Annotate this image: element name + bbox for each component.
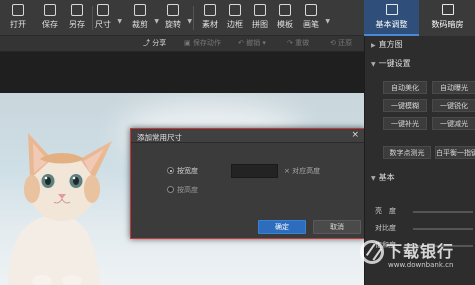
spot-metering-button[interactable]: 数字点测光 xyxy=(383,146,431,159)
redo-button[interactable]: ↷ 重做 xyxy=(287,38,309,48)
tab-basic-adjust-label: 基本调整 xyxy=(375,20,408,29)
chevron-down-icon[interactable]: ▼ xyxy=(117,18,122,25)
chevron-down-icon[interactable]: ▼ xyxy=(325,18,330,25)
brightness-slider[interactable]: 亮 度 xyxy=(375,206,475,218)
template-icon xyxy=(279,4,291,16)
tab-digital-darkroom-label: 数码暗房 xyxy=(431,20,464,29)
toolbar-divider xyxy=(193,6,194,30)
open-button[interactable]: 打开 xyxy=(3,4,33,32)
contrast-slider[interactable]: 对比度 xyxy=(375,223,475,235)
save-action-button[interactable]: ▣ 保存动作 xyxy=(184,38,221,48)
saturation-slider[interactable]: 饱和度 xyxy=(375,240,475,252)
material-icon xyxy=(204,4,216,16)
one-click-reduce-light-button[interactable]: 一键减光 xyxy=(432,117,475,130)
auto-exposure-button[interactable]: 自动曝光 xyxy=(432,81,475,94)
chevron-down-icon: ▼ xyxy=(371,175,376,182)
brush-icon xyxy=(305,4,317,16)
histogram-header[interactable]: ▶ 直方图 xyxy=(365,37,475,52)
chevron-right-icon: ▶ xyxy=(371,42,376,49)
rotate-icon xyxy=(167,4,179,16)
chevron-down-icon: ▼ xyxy=(371,61,376,68)
save-label: 保存 xyxy=(42,20,58,29)
multiply-sign: × 对应高度 xyxy=(284,166,320,176)
radio-by-width[interactable] xyxy=(167,167,174,174)
resize-icon xyxy=(97,4,109,16)
action-bar: ⤴ 分享 ▣ 保存动作 ↶ 撤销 ▾ ↷ 重做 ⟲ 还原 xyxy=(0,36,364,52)
white-balance-button[interactable]: 白平衡一指键 xyxy=(435,146,475,159)
basic-header[interactable]: ▼ 基本 xyxy=(365,170,475,185)
collage-icon xyxy=(254,4,266,16)
saturation-label: 饱和度 xyxy=(375,241,396,249)
brightness-label: 亮 度 xyxy=(375,207,396,215)
chevron-down-icon[interactable]: ▼ xyxy=(187,18,192,25)
slider-track[interactable] xyxy=(413,228,473,230)
tab-digital-darkroom[interactable]: 数码暗房 xyxy=(420,0,475,36)
one-click-fill-light-button[interactable]: 一键补光 xyxy=(383,117,427,130)
share-label: 分享 xyxy=(152,39,167,47)
one-click-sharpen-button[interactable]: 一键锐化 xyxy=(432,99,475,112)
adjust-panel: ▶ 直方图 ▼ 一键设置 自动美化 自动曝光 一键模糊 一键锐化 一键补光 一键减光… xyxy=(364,36,475,285)
panel-tabs: 基本调整 数码暗房 xyxy=(364,0,475,36)
slider-track[interactable] xyxy=(413,245,473,247)
save-icon xyxy=(44,4,56,16)
crop-icon xyxy=(134,4,146,16)
restore-label: 还原 xyxy=(338,39,353,47)
close-icon[interactable]: × xyxy=(351,130,359,140)
width-input[interactable] xyxy=(231,164,278,178)
crop-label: 裁剪 xyxy=(132,20,148,29)
dialog-title: 添加常用尺寸 xyxy=(137,133,182,142)
open-label: 打开 xyxy=(10,20,26,29)
save-action-label: 保存动作 xyxy=(192,39,221,47)
folder-open-icon xyxy=(12,4,24,16)
resize-label: 尺寸 xyxy=(95,20,111,29)
cancel-button[interactable]: 取消 xyxy=(313,220,361,234)
brush-label: 画笔 xyxy=(303,20,319,29)
rotate-button[interactable]: 旋转 ▼ xyxy=(158,4,192,32)
basic-label: 基本 xyxy=(378,173,395,182)
border-icon xyxy=(229,4,241,16)
radio-by-height[interactable] xyxy=(167,186,174,193)
contrast-label: 对比度 xyxy=(375,224,396,232)
one-click-label: 一键设置 xyxy=(378,59,411,68)
add-size-dialog: 添加常用尺寸 × 按宽度 × 对应高度 按高度 确定 取消 xyxy=(130,128,365,239)
restore-button[interactable]: ⟲ 还原 xyxy=(330,38,352,48)
auto-height-label: 对应高度 xyxy=(292,167,321,175)
by-width-label[interactable]: 按宽度 xyxy=(177,166,198,176)
main-toolbar: 打开 保存 另存 尺寸 ▼ 裁剪 ▼ 旋转 ▼ 素材 边框 拼图 模板 画笔 ▼ xyxy=(0,0,364,36)
rotate-label: 旋转 xyxy=(165,20,181,29)
undo-button[interactable]: ↶ 撤销 ▾ xyxy=(238,38,266,48)
share-button[interactable]: ⤴ 分享 xyxy=(143,38,166,48)
save-button[interactable]: 保存 xyxy=(35,4,65,32)
undo-label: 撤销 xyxy=(246,39,261,47)
multiply-symbol: × xyxy=(284,167,290,175)
resize-button[interactable]: 尺寸 ▼ xyxy=(88,4,122,32)
crop-button[interactable]: 裁剪 ▼ xyxy=(125,4,159,32)
camera-icon xyxy=(441,4,454,15)
edit-icon xyxy=(385,4,398,15)
one-click-blur-button[interactable]: 一键模糊 xyxy=(383,99,427,112)
tab-basic-adjust[interactable]: 基本调整 xyxy=(364,0,419,36)
brush-button[interactable]: 画笔 ▼ xyxy=(296,4,330,32)
app-window: 打开 保存 另存 尺寸 ▼ 裁剪 ▼ 旋转 ▼ 素材 边框 拼图 模板 画笔 ▼… xyxy=(0,0,475,285)
ok-button[interactable]: 确定 xyxy=(258,220,306,234)
histogram-label: 直方图 xyxy=(378,40,403,49)
one-click-header[interactable]: ▼ 一键设置 xyxy=(365,56,475,71)
auto-enhance-button[interactable]: 自动美化 xyxy=(383,81,427,94)
save-as-icon xyxy=(71,4,83,16)
by-height-label[interactable]: 按高度 xyxy=(177,185,198,195)
redo-label: 重做 xyxy=(295,39,310,47)
slider-track[interactable] xyxy=(413,211,473,213)
